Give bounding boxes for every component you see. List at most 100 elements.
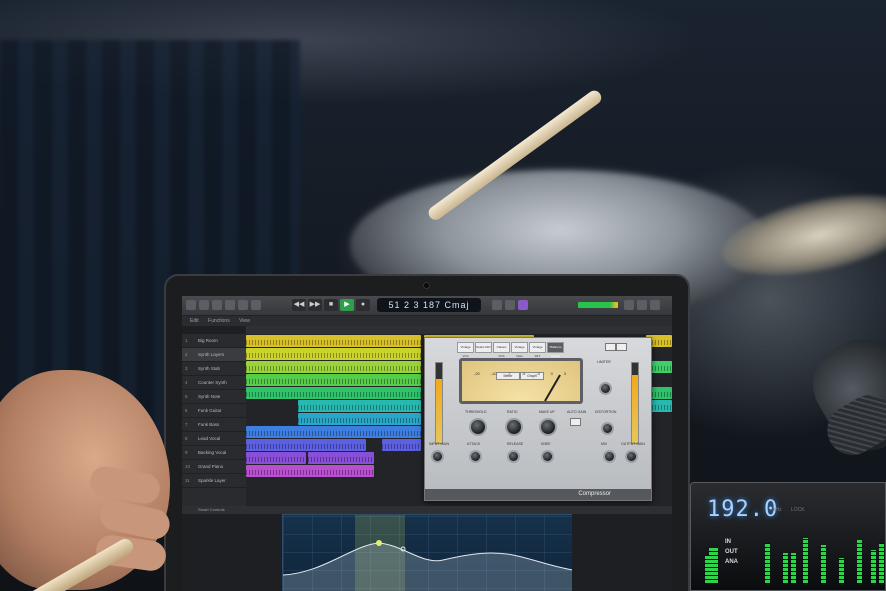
track-header[interactable]: 5 Synth Note [182, 390, 246, 404]
library-icon[interactable] [186, 300, 196, 310]
track-header[interactable]: 11 Sparkle Layer [182, 474, 246, 488]
track-header[interactable]: 7 Funk Bass [182, 418, 246, 432]
play-button[interactable]: ▶ [340, 299, 354, 311]
smart-controls-right [572, 514, 672, 591]
make-up-knob[interactable] [539, 418, 557, 436]
auto-gain-button[interactable] [570, 418, 581, 426]
menu-functions[interactable]: Functions [208, 318, 230, 324]
editor-header: Smart Controls [182, 506, 672, 514]
region[interactable] [382, 439, 421, 451]
lock-label: LOCK [791, 507, 805, 513]
level-meter-bar [839, 558, 844, 583]
tab-model[interactable]: Platinum Digital [547, 342, 564, 358]
notes-icon[interactable] [637, 300, 647, 310]
track-list: 1 Big Room 2 Synth Layers 3 Synth Stab 4 Cou… [182, 334, 246, 506]
attack-knob[interactable] [469, 450, 482, 463]
distortion-knob[interactable] [601, 422, 614, 435]
cpu-meter [578, 302, 618, 308]
control-bar: ◀◀ ▶▶ ■ ▶ ● 51 2 3 187 Cmaj [182, 296, 672, 316]
limiter-knob[interactable] [599, 382, 612, 395]
toolbar-icon[interactable] [225, 300, 235, 310]
output-button[interactable] [616, 343, 627, 351]
region[interactable] [298, 413, 421, 425]
tab-model[interactable]: Vintage VCA [457, 342, 474, 358]
knee-knob[interactable] [541, 450, 554, 463]
sidechain-button[interactable] [605, 343, 616, 351]
forward-button[interactable]: ▶▶ [308, 299, 322, 311]
threshold-knob[interactable] [469, 418, 487, 436]
region[interactable] [246, 426, 421, 438]
input-gain-fader[interactable] [435, 362, 443, 444]
region[interactable] [246, 452, 306, 464]
track-header[interactable]: 10 Grand Piano [182, 460, 246, 474]
vu-mode-selector: Meter Graph [496, 364, 544, 380]
io-labels: IN OUT ANA [725, 537, 738, 567]
region[interactable] [246, 387, 421, 399]
eq-band-handle [376, 540, 382, 546]
record-button[interactable]: ● [356, 299, 370, 311]
mixer-icon[interactable] [251, 300, 261, 310]
track-header[interactable]: 6 Funk Guitar [182, 404, 246, 418]
sample-rate-display: 192.0 [707, 497, 779, 522]
loop-browser-icon[interactable] [650, 300, 660, 310]
level-meter-bar [821, 545, 826, 583]
timeline-ruler[interactable] [246, 326, 672, 334]
model-tabs: Vintage VCAStudio FET Classic VCAVintage … [457, 342, 565, 358]
region[interactable] [308, 452, 374, 464]
region[interactable] [246, 361, 421, 373]
lcd-display[interactable]: 51 2 3 187 Cmaj [377, 298, 481, 312]
audio-interface: 192.0 kHz LOCK IN OUT ANA [690, 482, 886, 591]
region[interactable] [298, 400, 421, 412]
smart-controls-left [182, 514, 282, 591]
ana-label: ANA [725, 559, 738, 565]
level-meter-bar [803, 538, 808, 583]
track-header[interactable]: 8 Lead Vocal [182, 432, 246, 446]
tab-model[interactable]: Vintage Opto [511, 342, 528, 358]
level-meter-bar [879, 543, 884, 583]
mix-knob[interactable] [603, 450, 616, 463]
region[interactable] [246, 465, 374, 477]
output-gain-knob[interactable] [625, 450, 638, 463]
eq-curve[interactable] [283, 515, 573, 591]
region[interactable] [246, 439, 366, 451]
help-icon[interactable] [212, 300, 222, 310]
track-header[interactable]: 3 Synth Stab [182, 362, 246, 376]
webcam [423, 282, 430, 289]
region[interactable] [246, 348, 421, 360]
region[interactable] [246, 374, 421, 386]
rewind-button[interactable]: ◀◀ [292, 299, 306, 311]
menu-view[interactable]: View [239, 318, 250, 324]
track-header[interactable]: 4 Counter Synth [182, 376, 246, 390]
level-meter-bar [765, 543, 770, 583]
compressor-brand: Compressor [425, 489, 651, 500]
tab-model[interactable]: Classic VCA [493, 342, 510, 358]
vu-scale: -20 -10 -7 -5 -3 0 3 [474, 371, 566, 376]
release-knob[interactable] [507, 450, 520, 463]
solo-icon[interactable] [505, 300, 515, 310]
track-header[interactable]: 1 Big Room [182, 334, 246, 348]
track-header[interactable]: 2 Synth Layers [182, 348, 246, 362]
level-meter-bar [709, 548, 714, 583]
tab-model[interactable]: Vintage FET [529, 342, 546, 358]
tuner-icon[interactable] [492, 300, 502, 310]
ratio-knob[interactable] [505, 418, 523, 436]
count-in-icon[interactable] [518, 300, 528, 310]
stop-button[interactable]: ■ [324, 299, 338, 311]
list-editors-icon[interactable] [624, 300, 634, 310]
out-label: OUT [725, 549, 738, 555]
output-gain-fader[interactable] [631, 362, 639, 444]
region[interactable] [246, 335, 421, 347]
laptop: ◀◀ ▶▶ ■ ▶ ● 51 2 3 187 Cmaj Edit Functio… [164, 274, 690, 591]
smart-controls-icon[interactable] [238, 300, 248, 310]
level-meter-bar [857, 540, 862, 583]
track-header[interactable]: 9 Backing Vocal [182, 446, 246, 460]
tab-model[interactable]: Studio FET [475, 342, 492, 353]
logic-pro-window: ◀◀ ▶▶ ■ ▶ ● 51 2 3 187 Cmaj Edit Functio… [182, 296, 672, 591]
vu-meter: Meter Graph -20 -10 -7 -5 -3 0 3 [459, 358, 583, 404]
input-gain-knob[interactable] [431, 450, 444, 463]
inspector-icon[interactable] [199, 300, 209, 310]
channel-eq-display[interactable] [282, 514, 574, 591]
vu-needle [544, 374, 561, 402]
menu-edit[interactable]: Edit [190, 318, 199, 324]
in-label: IN [725, 539, 731, 545]
